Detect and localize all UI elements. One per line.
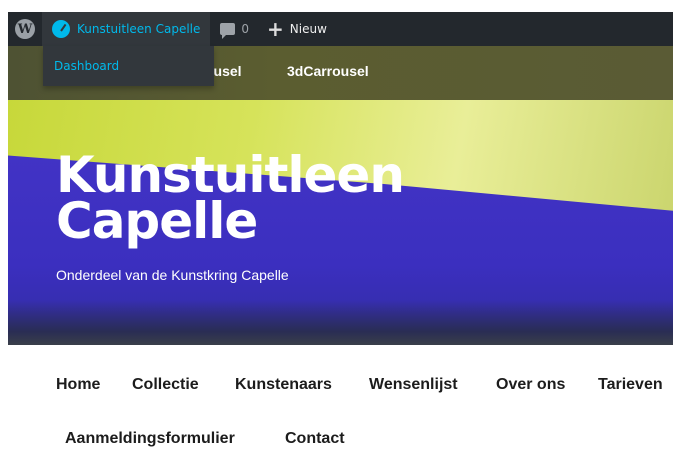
new-content-button[interactable]: + Nieuw <box>259 12 335 46</box>
comment-icon <box>220 23 236 39</box>
wp-logo-button[interactable]: W <box>8 12 42 46</box>
site-name-dropdown: Dashboard <box>43 46 214 86</box>
menu-item-home[interactable]: Home <box>56 376 100 394</box>
menu-item-aanmeldingsformulier[interactable]: Aanmeldingsformulier <box>65 430 235 448</box>
comments-count: 0 <box>241 22 250 36</box>
hero-bottom-shade <box>8 300 673 345</box>
dashboard-link[interactable]: Dashboard <box>54 59 119 73</box>
menu-item-tarieven[interactable]: Tarieven <box>598 376 663 394</box>
site-name-menu[interactable]: Kunstuitleen Capelle <box>42 12 211 46</box>
site-title-line2: Capelle <box>56 192 258 250</box>
menu-item-over-ons[interactable]: Over ons <box>496 376 565 394</box>
wordpress-icon: W <box>15 19 35 39</box>
site-tagline: Onderdeel van de Kunstkring Capelle <box>56 267 289 283</box>
comments-button[interactable]: 0 <box>210 12 259 46</box>
dashboard-icon <box>52 20 70 38</box>
menu-item-wensenlijst[interactable]: Wensenlijst <box>369 376 458 394</box>
top-nav-item-3dcarrousel[interactable]: 3dCarrousel <box>287 63 369 79</box>
menu-item-kunstenaars[interactable]: Kunstenaars <box>235 376 332 394</box>
admin-bar: W Kunstuitleen Capelle 0 + Nieuw <box>8 12 673 46</box>
site-name-label: Kunstuitleen Capelle <box>77 22 201 36</box>
menu-item-collectie[interactable]: Collectie <box>132 376 199 394</box>
menu-item-contact[interactable]: Contact <box>285 430 345 448</box>
hero-header: Kunstuitleen Capelle Onderdeel van de Ku… <box>8 100 673 345</box>
new-content-label: Nieuw <box>289 22 327 36</box>
plus-icon: + <box>267 17 284 41</box>
site-title[interactable]: Kunstuitleen Capelle <box>56 150 405 250</box>
